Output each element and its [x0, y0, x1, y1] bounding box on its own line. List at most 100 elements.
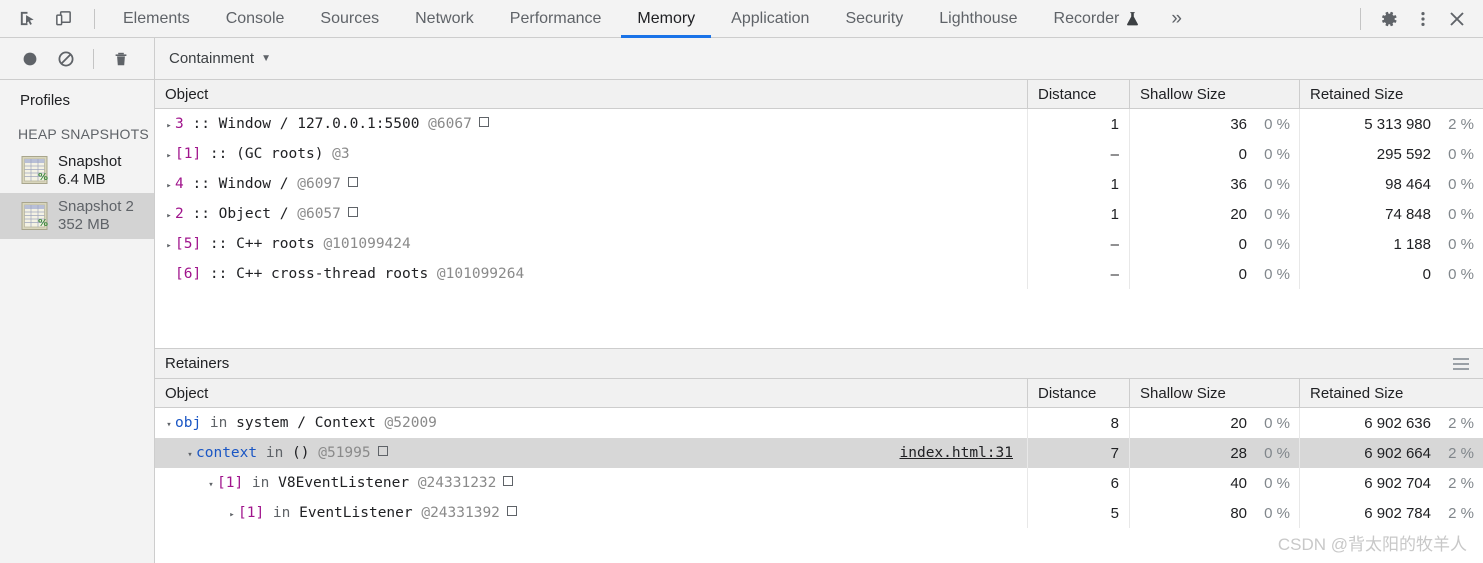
cell-distance: 1: [1028, 109, 1130, 139]
inspect-element-icon[interactable]: [12, 5, 42, 33]
cell-object: ▸[6] :: C++ cross-thread roots @10109926…: [155, 259, 1028, 289]
sidebar-item-snapshot-2[interactable]: % Snapshot 2 352 MB: [0, 193, 154, 239]
expand-triangle-icon[interactable]: ▸: [163, 181, 175, 191]
expand-triangle-open-icon[interactable]: ▾: [163, 420, 175, 430]
retained-size-percent: 0 %: [1448, 265, 1474, 283]
object-text: ▸ 4 :: Window / @6097: [163, 176, 358, 192]
table-row[interactable]: ▸ 4 :: Window / @6097 1 36 0 % 98 464 0 %: [155, 169, 1483, 199]
containment-grid-header: Object Distance Shallow Size Retained Si…: [155, 80, 1483, 109]
column-header-retained-size[interactable]: Retained Size: [1300, 80, 1483, 108]
table-row[interactable]: ▸[6] :: C++ cross-thread roots @10109926…: [155, 259, 1483, 289]
tab-label: Network: [415, 9, 474, 27]
table-row[interactable]: ▸ [5] :: C++ roots @101099424 – 0 0 % 1 188 0 …: [155, 229, 1483, 259]
table-row[interactable]: ▸ 2 :: Object / @6057 1 20 0 % 74 848 0 %: [155, 199, 1483, 229]
object-text-part: [5]: [175, 236, 202, 252]
table-row[interactable]: ▸ [1] in EventListener @24331392 5 80 0 % 6 9…: [155, 498, 1483, 528]
tab-sources[interactable]: Sources: [302, 0, 397, 38]
retained-size-value: 6 902 784: [1364, 504, 1431, 522]
view-selector[interactable]: Containment ▼: [169, 50, 271, 67]
retained-size-percent: 2 %: [1448, 115, 1474, 133]
object-text-part: V8EventListener: [278, 475, 418, 491]
snapshot-icon: %: [20, 201, 50, 232]
no-entry-icon[interactable]: [50, 44, 82, 74]
expand-triangle-icon[interactable]: ▸: [163, 121, 175, 131]
detached-node-icon: [503, 476, 514, 486]
expand-triangle-open-icon[interactable]: ▾: [205, 480, 217, 490]
toolbar-divider-right: [1360, 7, 1361, 30]
table-row[interactable]: ▸ [1] :: (GC roots) @3 – 0 0 % 295 592 0 %: [155, 139, 1483, 169]
object-text-part: C++ roots: [236, 236, 324, 252]
tab-console[interactable]: Console: [208, 0, 303, 38]
source-link[interactable]: index.html:31: [900, 445, 1028, 461]
tab-label: Memory: [637, 9, 696, 27]
column-header-retained-size[interactable]: Retained Size: [1300, 379, 1483, 407]
retained-size-percent: 2 %: [1448, 504, 1474, 522]
tab-security[interactable]: Security: [827, 0, 921, 38]
object-text-part: @3: [332, 146, 350, 162]
hamburger-menu-icon[interactable]: [1453, 357, 1469, 370]
device-toolbar-icon[interactable]: [48, 5, 78, 33]
snapshot-name: Snapshot: [58, 153, 122, 170]
tab-application[interactable]: Application: [713, 0, 827, 38]
tab-label: Lighthouse: [939, 9, 1018, 27]
trash-icon[interactable]: [105, 44, 137, 74]
expand-triangle-icon[interactable]: ▸: [163, 241, 175, 251]
more-tabs-button[interactable]: »: [1157, 0, 1196, 38]
object-text: ▸ [1] :: (GC roots) @3: [163, 146, 350, 162]
cell-distance: 6: [1028, 468, 1130, 498]
cell-object: ▾ [1] in V8EventListener @24331232: [155, 468, 1028, 498]
tab-elements[interactable]: Elements: [105, 0, 208, 38]
expand-triangle-open-icon[interactable]: ▾: [184, 450, 196, 460]
object-text-part: EventListener: [299, 505, 422, 521]
retained-size-percent: 2 %: [1448, 474, 1474, 492]
cell-object: ▸ 2 :: Object / @6057: [155, 199, 1028, 229]
column-header-shallow-size[interactable]: Shallow Size: [1130, 80, 1300, 108]
tab-memory[interactable]: Memory: [619, 0, 713, 38]
retainers-section-header: Retainers: [155, 348, 1483, 379]
table-row[interactable]: ▾ obj in system / Context @52009 8 20 0 % 6 9…: [155, 408, 1483, 438]
record-icon[interactable]: [14, 44, 46, 74]
cell-distance: 1: [1028, 199, 1130, 229]
cell-shallow-size: 20 0 %: [1130, 408, 1300, 438]
detached-node-icon: [506, 506, 517, 516]
retained-size-percent: 2 %: [1448, 414, 1474, 432]
devtools-window: Elements Console Sources Network Perform…: [0, 0, 1483, 563]
tab-lighthouse[interactable]: Lighthouse: [921, 0, 1035, 38]
distance-value: 7: [1110, 444, 1119, 462]
tabbar-right-icons: [1350, 4, 1483, 34]
expand-triangle-icon[interactable]: ▸: [226, 510, 238, 520]
column-header-object[interactable]: Object: [155, 379, 1028, 407]
tab-network[interactable]: Network: [397, 0, 492, 38]
tab-recorder[interactable]: Recorder: [1036, 0, 1158, 38]
close-icon[interactable]: [1441, 4, 1473, 34]
more-options-icon[interactable]: [1407, 4, 1439, 34]
cell-object: ▸ [1] in EventListener @24331392: [155, 498, 1028, 528]
cell-shallow-size: 40 0 %: [1130, 468, 1300, 498]
column-header-distance[interactable]: Distance: [1028, 379, 1130, 407]
table-row[interactable]: ▸ 3 :: Window / 127.0.0.1:5500 @6067 1 36 0 …: [155, 109, 1483, 139]
table-row[interactable]: ▾ [1] in V8EventListener @24331232 6 40 0 % 6…: [155, 468, 1483, 498]
sidebar-item-snapshot-1[interactable]: % Snapshot 6.4 MB: [0, 148, 154, 193]
cell-retained-size: 6 902 784 2 %: [1300, 498, 1483, 528]
table-row[interactable]: ▾ context in () @51995 index.html:31 7 28 0 %…: [155, 438, 1483, 468]
cell-distance: 7: [1028, 438, 1130, 468]
tab-performance[interactable]: Performance: [492, 0, 620, 38]
shallow-size-value: 20: [1230, 414, 1247, 432]
distance-value: 1: [1110, 175, 1119, 193]
column-header-distance[interactable]: Distance: [1028, 80, 1130, 108]
memory-panes: Object Distance Shallow Size Retained Si…: [155, 80, 1483, 563]
tab-label: Console: [225, 9, 285, 27]
gear-icon[interactable]: [1373, 4, 1405, 34]
expand-triangle-icon[interactable]: ▸: [163, 151, 175, 161]
shallow-size-percent: 0 %: [1264, 444, 1290, 462]
containment-grid: Object Distance Shallow Size Retained Si…: [155, 80, 1483, 348]
panel-tabs: Elements Console Sources Network Perform…: [105, 0, 1350, 38]
expand-triangle-icon[interactable]: ▸: [163, 211, 175, 221]
shallow-size-value: 36: [1230, 115, 1247, 133]
object-text-part: Window / 127.0.0.1:5500: [218, 116, 429, 132]
object-text-part: C++ cross-thread roots: [236, 266, 437, 282]
column-header-object[interactable]: Object: [155, 80, 1028, 108]
object-text-part: ::: [201, 146, 237, 162]
column-header-shallow-size[interactable]: Shallow Size: [1130, 379, 1300, 407]
cell-shallow-size: 36 0 %: [1130, 109, 1300, 139]
